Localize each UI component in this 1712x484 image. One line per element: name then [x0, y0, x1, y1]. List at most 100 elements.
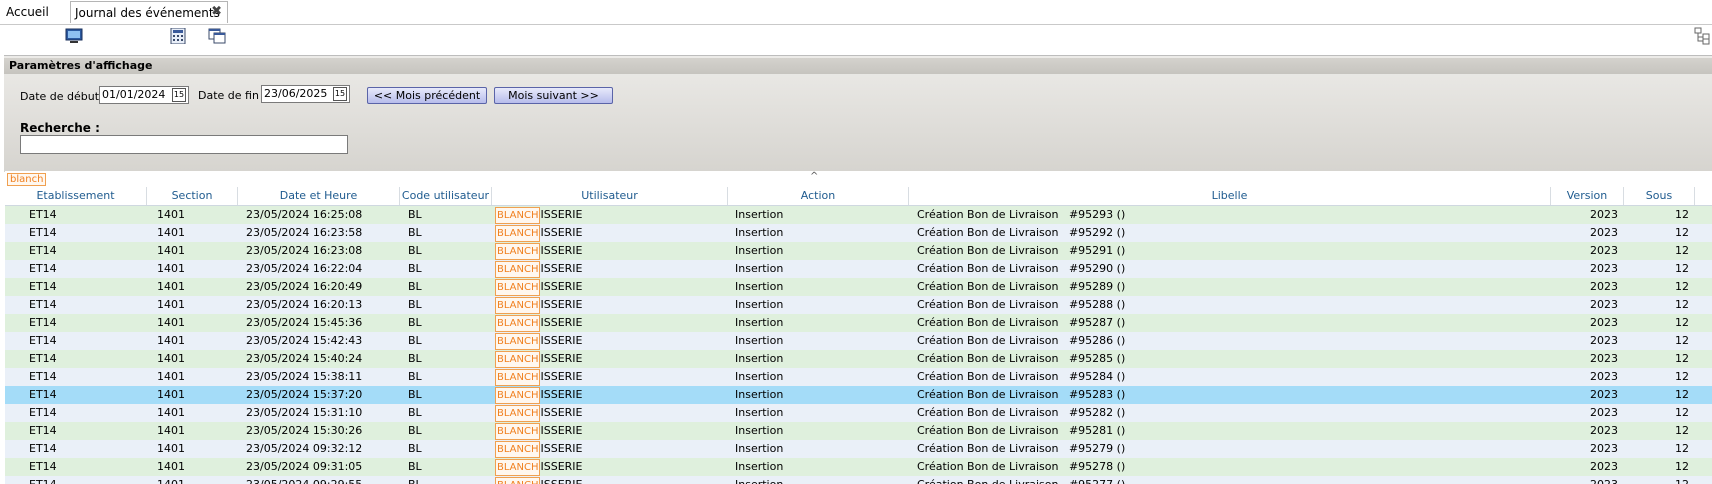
cell-code-utilisateur: BL: [408, 352, 422, 365]
tree-view-icon[interactable]: [1694, 27, 1710, 45]
windows-icon[interactable]: [208, 28, 226, 44]
cell-code-utilisateur: BL: [408, 334, 422, 347]
cell-code-utilisateur: BL: [408, 370, 422, 383]
cell-action: Insertion: [735, 460, 784, 473]
search-highlight: BLANCH: [495, 404, 541, 422]
cell-libelle: Création Bon de Livraison #95281 (): [917, 424, 1126, 437]
user-name-suffix: ISSERIE: [540, 226, 583, 239]
cell-utilisateur: BLANCHISSERIE: [495, 404, 582, 422]
col-version[interactable]: Version: [1551, 187, 1624, 205]
table-row[interactable]: ET14 1401 23/05/2024 16:22:04 BL Insertion Cr…: [5, 260, 1712, 278]
calendar-icon[interactable]: 15: [172, 88, 186, 102]
next-month-button[interactable]: Mois suivant >>: [494, 87, 613, 104]
cell-libelle: Création Bon de Livraison #95293 (): [917, 208, 1126, 221]
tab-journal-label: Journal des événements: [75, 6, 220, 20]
search-highlight: BLANCH: [495, 206, 541, 224]
cell-version: 2023: [1590, 262, 1618, 275]
table-row[interactable]: ET14 1401 23/05/2024 09:32:12 BL Insertion Cr…: [5, 440, 1712, 458]
col-sous-version[interactable]: Sous version: [1624, 187, 1695, 220]
cell-libelle: Création Bon de Livraison #95291 (): [917, 244, 1126, 257]
table-row[interactable]: ET14 1401 23/05/2024 15:37:20 BL Insertion Cr…: [5, 386, 1712, 404]
table-row[interactable]: ET14 1401 23/05/2024 15:30:26 BL Insertion Cr…: [5, 422, 1712, 440]
cell-etablissement: ET14: [29, 244, 57, 257]
table-row[interactable]: ET14 1401 23/05/2024 16:20:49 BL Insertion Cr…: [5, 278, 1712, 296]
cell-libelle: Création Bon de Livraison #95283 (): [917, 388, 1126, 401]
end-date-field[interactable]: 23/06/2025 15: [261, 85, 350, 103]
search-highlight: BLANCH: [495, 224, 541, 242]
cell-date-heure: 23/05/2024 16:23:58: [246, 226, 363, 239]
table-row[interactable]: ET14 1401 23/05/2024 16:23:58 BL Insertion Cr…: [5, 224, 1712, 242]
start-date-value: 01/01/2024: [102, 88, 166, 101]
col-date-heure[interactable]: Date et Heure: [238, 187, 400, 205]
grid-header: blanch ^ Etablissement Section Date et H…: [5, 171, 1712, 220]
table-row[interactable]: ET14 1401 23/05/2024 16:25:08 BL Insertion Cr…: [5, 206, 1712, 224]
table-row[interactable]: ET14 1401 23/05/2024 15:42:43 BL Insertion Cr…: [5, 332, 1712, 350]
col-code-utilisateur[interactable]: Code utilisateur: [400, 187, 492, 205]
cell-utilisateur: BLANCHISSERIE: [495, 314, 582, 332]
display-params-panel: Paramètres d'affichage Date de début : 0…: [4, 55, 1712, 172]
cell-version: 2023: [1590, 424, 1618, 437]
col-section[interactable]: Section: [147, 187, 238, 205]
cell-section: 1401: [157, 370, 185, 383]
table-row[interactable]: ET14 1401 23/05/2024 15:40:24 BL Insertion Cr…: [5, 350, 1712, 368]
cell-libelle: Création Bon de Livraison #95277 (): [917, 476, 1125, 484]
col-utilisateur[interactable]: Utilisateur: [492, 187, 728, 205]
search-highlight: BLANCH: [495, 278, 541, 296]
previous-month-button[interactable]: << Mois précédent: [367, 87, 487, 104]
cell-etablissement: ET14: [29, 370, 57, 383]
cell-sous-version: 12: [1675, 280, 1689, 293]
cell-section: 1401: [157, 262, 185, 275]
table-row[interactable]: ET14 1401 23/05/2024 16:23:08 BL Insertion Cr…: [5, 242, 1712, 260]
col-action[interactable]: Action: [728, 187, 909, 205]
cell-utilisateur: BLANCHISSERIE: [495, 332, 582, 350]
cell-section: 1401: [157, 476, 185, 484]
table-row[interactable]: ET14 1401 23/05/2024 16:20:13 BL Insertion Cr…: [5, 296, 1712, 314]
cell-date-heure: 23/05/2024 16:20:13: [246, 298, 363, 311]
cell-code-utilisateur: BL: [408, 244, 422, 257]
tab-home[interactable]: Accueil: [6, 5, 49, 19]
search-highlight: BLANCH: [495, 368, 541, 386]
search-label: Recherche :: [20, 121, 100, 135]
cell-sous-version: 12: [1675, 208, 1689, 221]
table-row[interactable]: ET14 1401 23/05/2024 15:38:11 BL Insertion Cr…: [5, 368, 1712, 386]
cell-date-heure: 23/05/2024 15:45:36: [246, 316, 363, 329]
start-date-field[interactable]: 01/01/2024 15: [99, 86, 189, 104]
cell-date-heure: 23/05/2024 09:31:05: [246, 460, 363, 473]
cell-version: 2023: [1590, 352, 1618, 365]
table-row[interactable]: ET14 1401 23/05/2024 15:31:10 BL Insertion Cr…: [5, 404, 1712, 422]
search-input[interactable]: [20, 135, 348, 154]
cell-section: 1401: [157, 406, 185, 419]
tab-bar: Accueil Journal des événements ✖: [0, 0, 1712, 25]
cell-sous-version: 12: [1675, 316, 1689, 329]
cell-date-heure: 23/05/2024 16:22:04: [246, 262, 363, 275]
table-row[interactable]: ET14 1401 23/05/2024 15:45:36 BL Insertion Cr…: [5, 314, 1712, 332]
cell-action: Insertion: [735, 442, 784, 455]
monitor-icon[interactable]: [65, 28, 83, 44]
cell-code-utilisateur: BL: [408, 424, 422, 437]
filter-chip[interactable]: blanch: [7, 173, 47, 186]
col-etablissement[interactable]: Etablissement: [5, 187, 147, 205]
cell-libelle: Création Bon de Livraison #95290 (): [917, 262, 1126, 275]
table-row[interactable]: ET14 1401 23/05/2024 09:31:05 BL Insertion Cr…: [5, 458, 1712, 476]
cell-etablissement: ET14: [29, 226, 57, 239]
user-name-suffix: ISSERIE: [540, 388, 583, 401]
col-libelle[interactable]: Libelle: [909, 187, 1551, 205]
cell-etablissement: ET14: [29, 280, 57, 293]
cell-section: 1401: [157, 442, 185, 455]
close-icon[interactable]: ✖: [211, 4, 222, 19]
calculator-icon[interactable]: [169, 28, 187, 44]
cell-utilisateur: BLANCHISSERIE: [495, 386, 582, 404]
cell-date-heure: 23/05/2024 15:42:43: [246, 334, 363, 347]
cell-utilisateur: BLANCHISSERIE: [495, 422, 582, 440]
cell-utilisateur: BLANCHISSERIE: [495, 206, 582, 224]
tab-journal[interactable]: Journal des événements ✖: [70, 1, 228, 23]
cell-sous-version: 12: [1675, 370, 1689, 383]
user-name-suffix: ISSERIE: [540, 424, 583, 437]
cell-utilisateur: BLANCHISSERIE: [495, 440, 582, 458]
calendar-icon[interactable]: 15: [333, 87, 347, 101]
table-row[interactable]: ET14 1401 23/05/2024 09:29:55 BL Insertion Cr…: [5, 476, 1712, 484]
cell-sous-version: 12: [1675, 352, 1689, 365]
cell-libelle: Création Bon de Livraison #95288 (): [917, 298, 1126, 311]
cell-etablissement: ET14: [29, 476, 57, 484]
cell-action: Insertion: [735, 406, 784, 419]
